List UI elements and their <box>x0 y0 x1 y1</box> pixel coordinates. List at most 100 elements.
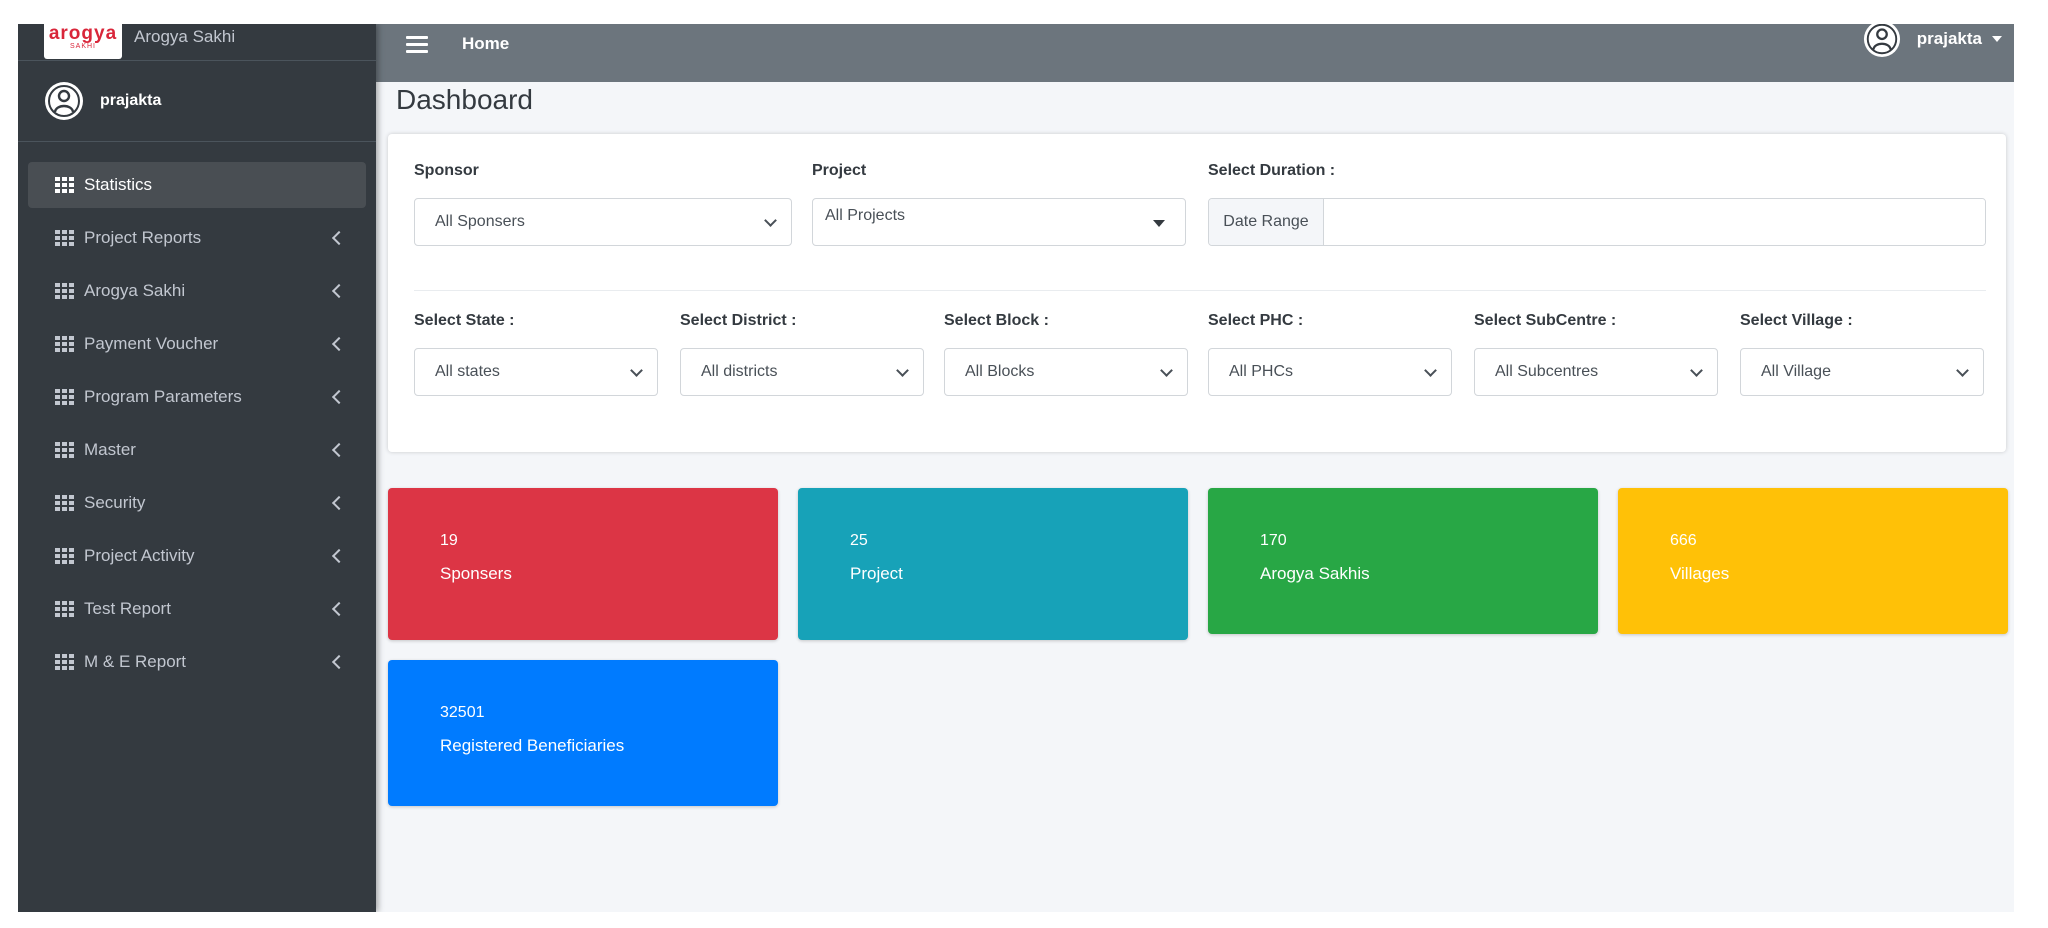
sidebar-item-program-parameters[interactable]: Program Parameters <box>28 374 366 420</box>
district-select-value: All districts <box>701 363 778 380</box>
logo-wordmark: arogya <box>48 24 118 44</box>
grid-icon <box>55 283 74 299</box>
block-select[interactable]: All Blocks <box>944 348 1188 396</box>
stat-value: 19 <box>440 532 458 549</box>
village-select-value: All Village <box>1761 363 1831 380</box>
sponsor-select[interactable]: All Sponsers <box>414 198 792 246</box>
grid-icon <box>55 601 74 617</box>
stat-box-villages[interactable]: 666 Villages <box>1618 488 2008 634</box>
date-range-group: Date Range <box>1208 198 1986 246</box>
project-select-value: All Projects <box>825 207 906 224</box>
block-label: Select Block : <box>944 312 1049 329</box>
grid-icon <box>55 654 74 670</box>
sidebar-item-test-report[interactable]: Test Report <box>28 586 366 632</box>
chevron-left-icon <box>331 389 347 405</box>
block-select-value: All Blocks <box>965 363 1035 380</box>
sidebar-item-project-reports[interactable]: Project Reports <box>28 215 366 261</box>
chevron-down-icon <box>764 214 777 227</box>
date-range-prefix: Date Range <box>1209 199 1324 245</box>
stat-label: Registered Beneficiaries <box>440 736 625 755</box>
sidebar-item-label: M & E Report <box>84 652 187 671</box>
sidebar-item-label: Arogya Sakhi <box>84 281 186 300</box>
district-label: Select District : <box>680 312 797 329</box>
chevron-left-icon <box>331 601 347 617</box>
sidebar-item-label: Payment Voucher <box>84 334 219 353</box>
sidebar-item-label: Test Report <box>84 599 171 618</box>
sidebar-item-statistics[interactable]: Statistics <box>28 162 366 208</box>
app-window: arogya SAKHI Arogya Sakhi prajakta Stati… <box>18 24 2014 912</box>
phc-label: Select PHC : <box>1208 312 1304 329</box>
grid-icon <box>55 389 74 405</box>
chevron-left-icon <box>331 230 347 246</box>
sponsor-select-value: All Sponsers <box>435 213 525 230</box>
chevron-left-icon <box>331 336 347 352</box>
stat-label: Arogya Sakhis <box>1260 564 1370 583</box>
page-title: Dashboard <box>396 84 533 115</box>
sidebar-item-m-e-report[interactable]: M & E Report <box>28 639 366 685</box>
grid-icon <box>55 548 74 564</box>
hamburger-menu-icon[interactable] <box>406 36 428 56</box>
phc-select-value: All PHCs <box>1229 363 1294 380</box>
stat-box-projects[interactable]: 25 Project <box>798 488 1188 640</box>
project-label: Project <box>812 162 867 179</box>
top-username: prajakta <box>1916 29 1982 48</box>
subcentre-select-value: All Subcentres <box>1495 363 1599 380</box>
sponsor-label: Sponsor <box>414 162 479 179</box>
home-link[interactable]: Home <box>462 34 509 54</box>
sidebar-item-label: Project Activity <box>84 546 195 565</box>
user-avatar-icon <box>45 82 83 120</box>
filter-divider <box>414 290 1986 291</box>
sidebar-user-panel[interactable]: prajakta <box>18 61 376 142</box>
caret-down-icon <box>1992 36 2002 42</box>
village-label: Select Village : <box>1740 312 1853 329</box>
grid-icon <box>55 230 74 246</box>
stat-box-arogya-sakhis[interactable]: 170 Arogya Sakhis <box>1208 488 1598 634</box>
sidebar-item-payment-voucher[interactable]: Payment Voucher <box>28 321 366 367</box>
chevron-down-icon <box>630 364 643 377</box>
stat-box-registered-beneficiaries[interactable]: 32501 Registered Beneficiaries <box>388 660 778 806</box>
state-label: Select State : <box>414 312 515 329</box>
logo-subtext: SAKHI <box>69 42 96 50</box>
sidebar-item-arogya-sakhi[interactable]: Arogya Sakhi <box>28 268 366 314</box>
grid-icon <box>55 336 74 352</box>
stat-label: Sponsers <box>440 564 512 583</box>
user-avatar-icon <box>1863 24 1900 58</box>
user-dropdown[interactable]: prajakta <box>1863 24 2002 58</box>
subcentre-select[interactable]: All Subcentres <box>1474 348 1718 396</box>
stat-value: 25 <box>850 532 868 549</box>
sidebar-item-security[interactable]: Security <box>28 480 366 526</box>
project-select[interactable]: All Projects <box>812 198 1186 246</box>
chevron-left-icon <box>331 495 347 511</box>
chevron-left-icon <box>331 442 347 458</box>
phc-select[interactable]: All PHCs <box>1208 348 1452 396</box>
stat-value: 666 <box>1670 532 1697 549</box>
chevron-left-icon <box>331 548 347 564</box>
sidebar-item-label: Security <box>84 493 146 512</box>
stat-value: 170 <box>1260 532 1287 549</box>
stat-box-sponsors[interactable]: 19 Sponsers <box>388 488 778 640</box>
village-select[interactable]: All Village <box>1740 348 1984 396</box>
sidebar-username: prajakta <box>100 92 162 109</box>
sidebar: arogya SAKHI Arogya Sakhi prajakta Stati… <box>18 24 376 912</box>
chevron-down-icon <box>896 364 909 377</box>
sidebar-item-project-activity[interactable]: Project Activity <box>28 533 366 579</box>
grid-icon <box>55 495 74 511</box>
brand-link[interactable]: arogya SAKHI Arogya Sakhi <box>18 24 376 61</box>
filter-card: Sponsor All Sponsers Project All Project… <box>388 134 2006 452</box>
sidebar-item-master[interactable]: Master <box>28 427 366 473</box>
subcentre-label: Select SubCentre : <box>1474 312 1617 329</box>
grid-icon <box>55 177 74 193</box>
brand-logo: arogya SAKHI <box>44 24 122 59</box>
grid-icon <box>55 442 74 458</box>
district-select[interactable]: All districts <box>680 348 924 396</box>
brand-name: Arogya Sakhi <box>134 27 236 46</box>
sidebar-item-label: Program Parameters <box>84 387 242 406</box>
sidebar-item-label: Statistics <box>84 175 153 194</box>
chevron-down-icon <box>1956 364 1969 377</box>
state-select[interactable]: All states <box>414 348 658 396</box>
chevron-left-icon <box>331 283 347 299</box>
date-range-input[interactable] <box>1324 199 1985 245</box>
stat-value: 32501 <box>440 704 485 721</box>
chevron-down-icon <box>1690 364 1703 377</box>
caret-down-icon <box>1153 220 1165 227</box>
